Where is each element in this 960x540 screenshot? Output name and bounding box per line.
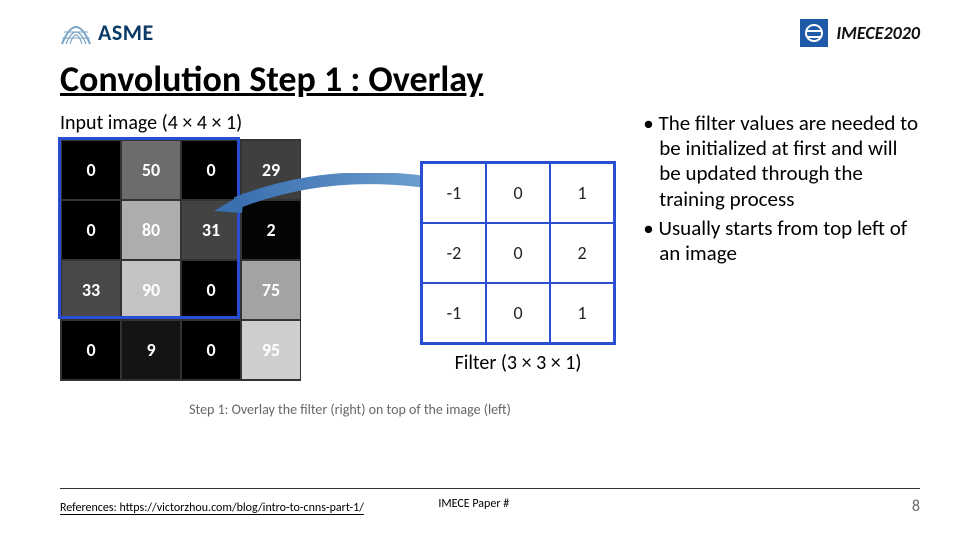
image-cell: 90 (121, 260, 181, 320)
bullet-list: The filter values are needed to be initi… (643, 111, 920, 381)
image-cell: 0 (61, 200, 121, 260)
image-cell: 9 (121, 320, 181, 380)
filter-cell: -2 (422, 223, 486, 283)
filter-cell: 1 (550, 283, 614, 343)
image-cell: 0 (61, 320, 121, 380)
image-cell: 95 (241, 320, 301, 380)
input-image-label: Input image (4 × 4 × 1) (60, 111, 633, 135)
diagram-area: Input image (4 × 4 × 1) 0500290803123390… (60, 111, 633, 381)
page-number: 8 (912, 497, 920, 516)
references-prefix: References: (60, 501, 119, 515)
filter-block: -101 -202 -101 Filter (3 × 3 × 1) (420, 161, 616, 375)
references-url: https://victorzhou.com/blog/intro-to-cnn… (119, 501, 363, 515)
filter-cell: 0 (486, 283, 550, 343)
asme-brand: ASME (60, 19, 154, 46)
slide-body: Input image (4 × 4 × 1) 0500290803123390… (0, 107, 960, 381)
image-cell: 33 (61, 260, 121, 320)
globe-icon (60, 20, 92, 46)
filter-cell: 2 (550, 223, 614, 283)
filter-cell: 0 (486, 223, 550, 283)
imece-logo-icon (800, 19, 828, 47)
slide-title: Convolution Step 1 : Overlay (0, 55, 960, 107)
filter-grid: -101 -202 -101 (420, 161, 616, 345)
imece-text: IMECE2020 (836, 22, 920, 44)
filter-cell: -1 (422, 163, 486, 223)
filter-cell: 1 (550, 163, 614, 223)
paper-number-label: IMECE Paper # (438, 497, 509, 511)
overlay-arrow-icon (208, 173, 438, 219)
bullet-item: The filter values are needed to be initi… (643, 111, 920, 212)
image-cell: 80 (121, 200, 181, 260)
filter-label: Filter (3 × 3 × 1) (420, 351, 616, 375)
step-caption: Step 1: Overlay the filter (right) on to… (120, 401, 580, 418)
filter-cell: -1 (422, 283, 486, 343)
footer: References: https://victorzhou.com/blog/… (60, 488, 920, 516)
asme-text: ASME (98, 19, 154, 46)
image-cell: 0 (61, 140, 121, 200)
slide-header: ASME IMECE2020 (0, 0, 960, 55)
references: References: https://victorzhou.com/blog/… (60, 501, 364, 515)
image-cell: 50 (121, 140, 181, 200)
image-cell: 0 (181, 320, 241, 380)
imece-brand: IMECE2020 (800, 19, 920, 47)
slide: ASME IMECE2020 Convolution Step 1 : Over… (0, 0, 960, 540)
image-cell: 75 (241, 260, 301, 320)
image-cell: 0 (181, 260, 241, 320)
bullet-item: Usually starts from top left of an image (643, 216, 920, 266)
filter-cell: 0 (486, 163, 550, 223)
